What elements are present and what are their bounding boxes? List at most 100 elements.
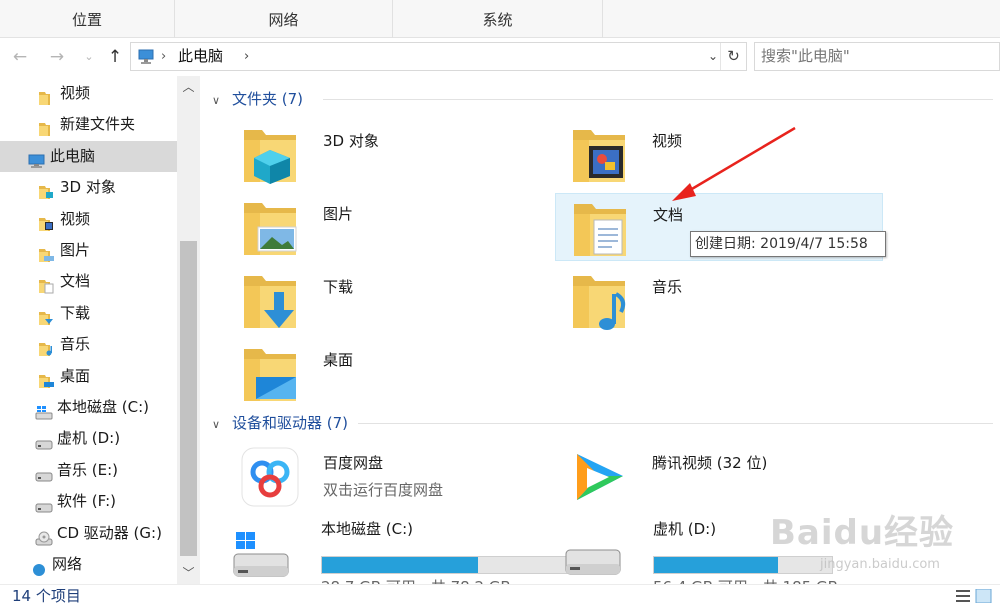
sidebar-item[interactable]: 音乐 bbox=[0, 329, 177, 360]
folder-tile[interactable]: 图片 bbox=[226, 193, 554, 261]
sidebar-item-label: 网络 bbox=[52, 555, 83, 573]
3d-objects-icon bbox=[240, 124, 300, 190]
folder-tile[interactable]: 音乐 bbox=[555, 266, 883, 334]
folder-name: 3D 对象 bbox=[323, 132, 379, 150]
sidebar-item[interactable]: CD 驱动器 (G:) bbox=[0, 518, 177, 549]
watermark-logo-text: Baidu经验 bbox=[770, 513, 955, 553]
ribbon-group-location: 位置 bbox=[0, 0, 175, 38]
windows-drive-icon bbox=[230, 530, 292, 584]
drive-tile[interactable]: 本地磁盘 (C:) 28.7 GB 可用，共 78.2 GB bbox=[226, 516, 570, 584]
sidebar-item-label: 新建文件夹 bbox=[60, 115, 136, 134]
sidebar-item-label: 文档 bbox=[60, 272, 91, 291]
folders-section-header[interactable]: ∨ 文件夹 (7) bbox=[212, 87, 303, 111]
breadcrumb-chevron-icon[interactable]: › bbox=[244, 43, 249, 70]
folder-name: 下载 bbox=[323, 278, 354, 296]
sidebar-item[interactable]: 下载 bbox=[0, 298, 177, 329]
navigation-bar: ← → ⌄ ↑ › 此电脑 › ⌄ ↻ 搜索"此电脑" bbox=[0, 38, 1000, 76]
drive-free-space: 28.7 GB 可用，共 78.2 GB bbox=[321, 576, 511, 584]
folder-name: 桌面 bbox=[323, 351, 354, 369]
drive-name: 虚机 (D:) bbox=[653, 520, 717, 538]
chevron-down-icon: ⌄ bbox=[84, 50, 94, 63]
back-button[interactable]: ← bbox=[9, 46, 31, 68]
ribbon-group-system: 系统 bbox=[393, 0, 603, 38]
address-history-dropdown-icon[interactable]: ⌄ bbox=[708, 43, 718, 70]
up-button[interactable]: ↑ bbox=[104, 46, 126, 68]
arrow-left-icon: ← bbox=[12, 47, 28, 67]
sidebar-item-label: 音乐 bbox=[60, 335, 91, 354]
folders-section-title: 文件夹 (7) bbox=[232, 90, 304, 108]
watermark-url: jingyan.baidu.com bbox=[820, 557, 940, 572]
sidebar-item-label: 本地磁盘 (C:) bbox=[57, 398, 149, 416]
item-count: 14 个项目 bbox=[12, 587, 81, 605]
breadcrumb-this-pc[interactable]: 此电脑 bbox=[178, 43, 223, 70]
sidebar-item[interactable]: 3D 对象 bbox=[0, 172, 177, 203]
sidebar-item-label: 音乐 (E:) bbox=[57, 460, 119, 479]
created-date-tooltip: 创建日期: 2019/4/7 15:58 bbox=[690, 231, 886, 257]
sidebar-item-label: 软件 (F:) bbox=[57, 492, 116, 511]
downloads-folder-icon bbox=[240, 270, 300, 336]
sidebar-item[interactable]: 桌面 bbox=[0, 361, 177, 392]
computer-icon bbox=[138, 49, 154, 64]
sidebar-item-label: 视频 bbox=[60, 84, 91, 102]
chevron-down-icon[interactable]: ∨ bbox=[212, 89, 226, 113]
scroll-up-icon[interactable]: ︿ bbox=[177, 76, 200, 98]
sidebar-item[interactable]: 软件 (F:) bbox=[0, 486, 177, 517]
baidu-netdisk-icon bbox=[240, 446, 300, 512]
scrollbar-thumb[interactable] bbox=[180, 241, 197, 556]
devices-section-header[interactable]: ∨ 设备和驱动器 (7) bbox=[212, 411, 348, 435]
ribbon-group-labels: 位置 网络 系统 bbox=[0, 0, 1000, 38]
arrow-up-icon: ↑ bbox=[107, 47, 123, 67]
sidebar-item-label: 桌面 bbox=[60, 366, 91, 385]
chevron-right-icon: › bbox=[161, 49, 167, 64]
navigation-pane-scrollbar[interactable]: ︿ ﹀ bbox=[177, 76, 200, 584]
sidebar-item[interactable]: 虚机 (D:) bbox=[0, 423, 177, 454]
status-bar: 14 个项目 bbox=[0, 584, 1000, 607]
sidebar-item[interactable]: 网络 bbox=[0, 549, 177, 580]
view-toggle-buttons[interactable] bbox=[956, 588, 992, 607]
address-bar[interactable]: › 此电脑 › ⌄ ↻ bbox=[130, 42, 747, 71]
scroll-down-icon[interactable]: ﹀ bbox=[177, 562, 200, 584]
forward-button[interactable]: → bbox=[46, 46, 68, 68]
refresh-icon[interactable]: ↻ bbox=[720, 43, 746, 70]
section-divider bbox=[358, 423, 993, 424]
app-description: 双击运行百度网盘 bbox=[323, 481, 444, 499]
sidebar-item[interactable]: 视频 bbox=[0, 204, 177, 235]
sidebar-item-label: 3D 对象 bbox=[60, 178, 116, 197]
devices-section-title: 设备和驱动器 (7) bbox=[232, 414, 349, 432]
sidebar-item[interactable]: 新建文件夹 bbox=[0, 109, 177, 140]
sidebar-item-label: 此电脑 bbox=[50, 146, 96, 165]
details-view-icon[interactable] bbox=[956, 588, 992, 604]
sidebar-item[interactable]: 文档 bbox=[0, 266, 177, 297]
app-name: 百度网盘 bbox=[323, 454, 384, 472]
recent-locations-button[interactable]: ⌄ bbox=[78, 46, 100, 68]
search-input[interactable]: 搜索"此电脑" bbox=[754, 42, 1000, 71]
tencent-video-icon bbox=[569, 446, 629, 512]
chevron-down-icon[interactable]: ∨ bbox=[212, 413, 226, 437]
sidebar-item[interactable]: 图片 bbox=[0, 235, 177, 266]
arrow-right-icon: → bbox=[49, 47, 65, 67]
documents-folder-icon bbox=[570, 198, 630, 264]
folder-name: 音乐 bbox=[652, 278, 683, 296]
folder-tile[interactable]: 3D 对象 bbox=[226, 120, 554, 188]
sidebar-item-label: 图片 bbox=[60, 241, 91, 259]
sidebar-item[interactable]: 音乐 (E:) bbox=[0, 455, 177, 486]
folder-tile[interactable]: 下载 bbox=[226, 266, 554, 334]
red-annotation-arrow bbox=[672, 126, 796, 201]
drive-usage-fill bbox=[322, 557, 479, 573]
desktop-folder-icon bbox=[240, 343, 300, 409]
video-folder-icon bbox=[569, 124, 629, 190]
app-name: 腾讯视频 (32 位) bbox=[652, 454, 768, 472]
folder-tile[interactable]: 桌面 bbox=[226, 339, 554, 407]
ribbon-group-network: 网络 bbox=[175, 0, 393, 38]
navigation-pane: 视频 新建文件夹 此电脑 3D 对象 视频 图片 文档 下载 音乐 桌面 本地磁盘 (C:) 虚机 (… bbox=[0, 76, 200, 584]
app-tile[interactable]: 百度网盘双击运行百度网盘 bbox=[226, 442, 554, 510]
sidebar-item[interactable]: 此电脑 bbox=[0, 140, 177, 172]
sidebar-item-label: CD 驱动器 (G:) bbox=[57, 523, 162, 542]
section-divider bbox=[323, 99, 993, 100]
sidebar-item[interactable]: 视频 bbox=[0, 78, 177, 109]
sidebar-item[interactable]: 本地磁盘 (C:) bbox=[0, 392, 177, 423]
drive-usage-bar bbox=[321, 556, 570, 574]
pictures-folder-icon bbox=[240, 197, 300, 263]
drive-name: 本地磁盘 (C:) bbox=[321, 520, 413, 538]
folder-name: 图片 bbox=[323, 205, 354, 223]
